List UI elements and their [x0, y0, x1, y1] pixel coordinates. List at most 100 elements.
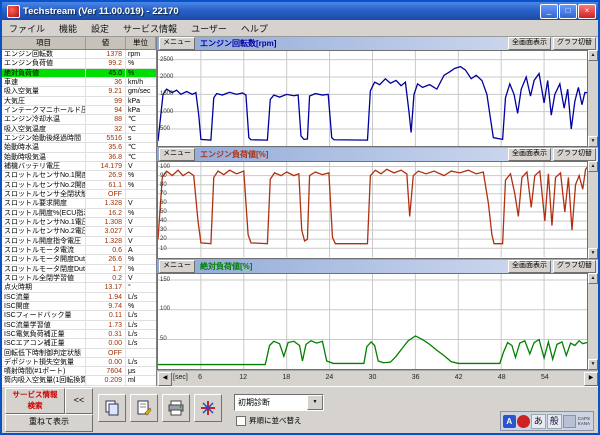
table-row[interactable]: スロットルセンサNo.1電圧1.308V	[2, 218, 156, 227]
bottom-toolbar: サービス情報 検索 << 重ねて表示	[2, 386, 598, 433]
cell-item: エンジン冷却水温	[2, 115, 86, 123]
table-row[interactable]: ISC開度9.74%	[2, 302, 156, 311]
menu-item-6[interactable]: ヘルプ	[234, 22, 275, 35]
table-row[interactable]: スロットルセンサNo.1開度26.9%	[2, 171, 156, 180]
main-area: 項目 値 単位 エンジン回転数1378rpmエンジン負荷値99.2%絶対負荷値4…	[2, 37, 598, 386]
cell-value: 3.027	[86, 227, 126, 235]
cell-value: 26.6	[86, 255, 126, 263]
close-button[interactable]: ×	[578, 4, 596, 19]
overlay-display-button[interactable]: 重ねて表示	[5, 414, 93, 432]
table-row[interactable]: スロットル要求開度1.328V	[2, 199, 156, 208]
y-scale-down-button[interactable]: ▼	[588, 359, 598, 370]
dropdown-value: 初期診断	[235, 397, 307, 408]
table-row[interactable]: スロットルモータ開度Duty26.6%	[2, 255, 156, 264]
cell-item: 始動時水温	[2, 143, 86, 151]
ime-language-icon[interactable]: A	[503, 415, 516, 428]
service-info-search-button[interactable]: サービス情報 検索	[5, 388, 65, 414]
fullscreen-button[interactable]: 全画面表示	[508, 148, 551, 161]
chart-menu-button[interactable]: メニュー	[159, 37, 195, 50]
table-row[interactable]: インテークマニホールド圧94kPa	[2, 106, 156, 115]
table-row[interactable]: スロットルセンサ全閉状態OFF	[2, 190, 156, 199]
cell-item: 噴射時間(#1ポート)	[2, 367, 86, 375]
chart-menu-button[interactable]: メニュー	[159, 148, 195, 161]
table-row[interactable]: スロットルセンサNo.2電圧3.027V	[2, 227, 156, 236]
scroll-left-button[interactable]: ◀	[158, 372, 172, 386]
cell-item: デポジット損失空気量	[2, 358, 86, 366]
cell-unit: V	[126, 162, 156, 170]
table-row[interactable]: 回転低下時制御判定状態OFF	[2, 349, 156, 358]
menu-item-5[interactable]: ユーザー	[184, 22, 234, 35]
cell-value: 0.00	[86, 339, 126, 347]
table-row[interactable]: 始動時吸気温36.8℃	[2, 153, 156, 162]
cell-value: 16.2	[86, 209, 126, 217]
table-row[interactable]: 噴射時間(#1ポート)7604μs	[2, 367, 156, 376]
maximize-button[interactable]: □	[559, 4, 577, 19]
table-row[interactable]: スロットル全閉学習値0.2V	[2, 274, 156, 283]
table-row[interactable]: エンジン回転数1378rpm	[2, 50, 156, 59]
fullscreen-button[interactable]: 全画面表示	[508, 37, 551, 50]
table-row[interactable]: 吸入空気量9.21gm/sec	[2, 87, 156, 96]
table-row[interactable]: 絶対負荷値45.0%	[2, 69, 156, 78]
menu-item-3[interactable]: 設定	[84, 22, 116, 35]
table-row[interactable]: スロットルセンサNo.2開度61.1%	[2, 181, 156, 190]
y-scale-controls: ▲ ▼	[588, 273, 598, 370]
chart-menu-button[interactable]: メニュー	[159, 260, 195, 273]
cell-unit: ℃	[126, 115, 156, 123]
y-axis-tick-label: 50	[160, 336, 167, 342]
table-row[interactable]: スロットルモータ電流0.6A	[2, 246, 156, 255]
graph-switch-button[interactable]: グラフ切替	[553, 148, 596, 161]
notes-button[interactable]	[130, 394, 158, 422]
scroll-right-button[interactable]: ▶	[584, 372, 598, 386]
table-row[interactable]: エンジン冷却水温88℃	[2, 115, 156, 124]
y-scale-up-button[interactable]: ▲	[588, 273, 598, 284]
data-marker-button[interactable]	[194, 394, 222, 422]
cell-unit: %	[126, 255, 156, 263]
collapse-panel-button[interactable]: <<	[65, 388, 93, 414]
cell-unit: gm/sec	[126, 87, 156, 95]
table-row[interactable]: スロットル開度%(ECU指示値)16.2%	[2, 209, 156, 218]
chart-plot: 50100150	[157, 273, 588, 370]
table-row[interactable]: エンジン始動後経過時間5516s	[2, 134, 156, 143]
table-row[interactable]: ISC電気負荷補正量0.31L/s	[2, 330, 156, 339]
copy-data-button[interactable]	[98, 394, 126, 422]
cell-unit: kPa	[126, 106, 156, 114]
table-row[interactable]: スロットル開度指令電圧1.328V	[2, 237, 156, 246]
table-row[interactable]: 筒内吸入空気量(1回転換算)0.209ml	[2, 376, 156, 385]
table-row[interactable]: ISC流量学習値1.73L/s	[2, 321, 156, 330]
y-scale-controls: ▲ ▼	[588, 50, 598, 147]
ime-tools-icon[interactable]	[563, 415, 576, 428]
table-row[interactable]: 補機バッテリ電圧14.179V	[2, 162, 156, 171]
menu-item-2[interactable]: 機能	[52, 22, 84, 35]
print-button[interactable]	[162, 394, 190, 422]
graph-switch-button[interactable]: グラフ切替	[553, 260, 596, 273]
cell-value: 61.1	[86, 181, 126, 189]
table-row[interactable]: 車速36km/h	[2, 78, 156, 87]
table-row[interactable]: デポジット損失空気量0.00L/s	[2, 358, 156, 367]
minimize-button[interactable]: _	[540, 4, 558, 19]
table-row[interactable]: ISCフィードバック量0.11L/s	[2, 311, 156, 320]
fullscreen-button[interactable]: 全画面表示	[508, 260, 551, 273]
y-scale-up-button[interactable]: ▲	[588, 161, 598, 172]
graph-switch-button[interactable]: グラフ切替	[553, 37, 596, 50]
table-row[interactable]: 始動時水温35.6℃	[2, 143, 156, 152]
table-row[interactable]: 大気圧99kPa	[2, 97, 156, 106]
diagnosis-mode-dropdown[interactable]: 初期診断 ▼	[234, 394, 324, 411]
menu-item-1[interactable]: ファイル	[2, 22, 52, 35]
table-row[interactable]: 点火時期13.17°	[2, 283, 156, 292]
ime-conversion-mode[interactable]: 般	[547, 414, 562, 429]
dropdown-arrow-icon[interactable]: ▼	[307, 395, 323, 410]
cell-item: エンジン始動後経過時間	[2, 134, 86, 142]
table-row[interactable]: スロットルモータ閉度Duty1.7%	[2, 265, 156, 274]
ime-input-mode[interactable]: あ	[531, 414, 546, 429]
y-scale-down-button[interactable]: ▼	[588, 248, 598, 259]
y-scale-down-button[interactable]: ▼	[588, 136, 598, 147]
table-row[interactable]: ISCエアコン補正量0.00L/s	[2, 339, 156, 348]
table-row[interactable]: ISC流量1.94L/s	[2, 293, 156, 302]
y-scale-up-button[interactable]: ▲	[588, 50, 598, 61]
menu-item-4[interactable]: サービス情報	[116, 22, 184, 35]
sort-ascending-checkbox[interactable]	[236, 416, 246, 426]
table-row[interactable]: 吸入空気温度32℃	[2, 125, 156, 134]
cell-unit: %	[126, 265, 156, 273]
table-row[interactable]: エンジン負荷値99.2%	[2, 59, 156, 68]
y-axis-tick-label: 500	[160, 126, 170, 132]
